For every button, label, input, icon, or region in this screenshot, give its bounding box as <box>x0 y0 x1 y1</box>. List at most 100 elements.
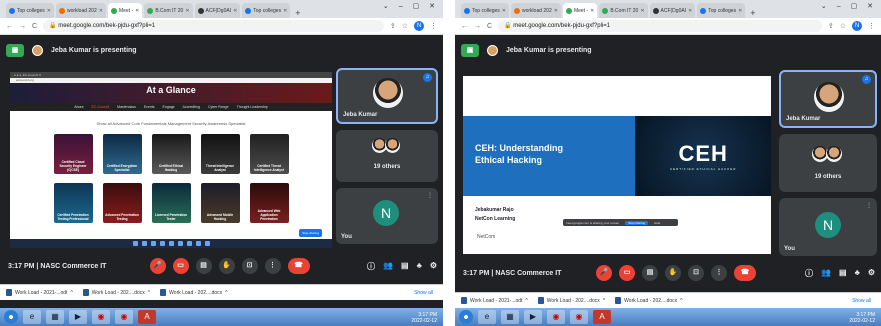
taskbar-chrome-icon[interactable]: ◉ <box>547 310 565 324</box>
address-bar: ← → C 🔒 meet.google.com/bek-pjdu-gxf?pli… <box>455 18 881 35</box>
mic-off-button[interactable]: 🎤 <box>149 258 166 274</box>
activities-icon[interactable]: ♣ <box>855 268 860 279</box>
people-icon[interactable]: 👥 <box>383 261 393 272</box>
info-icon[interactable]: ⓘ <box>805 268 813 279</box>
taskbar-pdf-icon[interactable]: A <box>593 310 611 324</box>
tab[interactable]: Top colleges ✕ <box>697 3 746 18</box>
profile-avatar[interactable]: N <box>414 21 424 31</box>
course-card: Advanced Mobile Hacking <box>200 183 240 223</box>
camera-off-button[interactable]: ▭ <box>172 258 189 274</box>
hide-button[interactable]: Hide <box>654 221 660 225</box>
tab-meet[interactable]: Meet - ✕ <box>562 3 598 18</box>
download-item[interactable]: Work Load - 202....docx ^ <box>82 289 150 296</box>
meet-window-left: Top colleges ✕ workload 202 ✕ Meet - ✕ B.C… <box>0 0 443 326</box>
download-item[interactable]: Work Load - 202....docx ^ <box>615 297 683 304</box>
reload-icon[interactable]: C <box>32 23 37 30</box>
tile-jeba[interactable]: ♫ Jeba Kumar <box>336 68 438 124</box>
show-all-link[interactable]: Show all <box>852 298 871 304</box>
url-field[interactable]: 🔒 meet.google.com/bek-pjdu-gxf?pli=1 <box>43 20 384 32</box>
mic-off-button[interactable]: 🎤 <box>596 265 612 281</box>
reload-icon[interactable]: C <box>487 23 492 30</box>
forward-icon[interactable]: → <box>19 23 26 30</box>
download-item[interactable]: Work Load - 2021-...odt ^ <box>6 289 73 296</box>
taskbar-ie-icon[interactable]: e <box>23 310 41 324</box>
raise-hand-button[interactable]: ✋ <box>665 265 681 281</box>
tab[interactable]: workload 202 ✕ <box>56 3 106 18</box>
camera-off-button[interactable]: ▭ <box>619 265 635 281</box>
star-icon[interactable]: ☆ <box>840 22 846 30</box>
tab-strip: Top colleges ✕ workload 202 ✕ Meet - ✕ B.C… <box>455 0 881 18</box>
tile-jeba[interactable]: ♫ Jeba Kumar <box>779 70 877 128</box>
profile-avatar[interactable]: N <box>852 21 862 31</box>
back-icon[interactable]: ← <box>6 23 13 30</box>
back-icon[interactable]: ← <box>461 23 468 30</box>
taskbar-folder-icon[interactable]: ▦ <box>501 310 519 324</box>
menu-icon[interactable]: ⋮ <box>430 22 437 30</box>
tile-others[interactable]: 19 others <box>779 134 877 192</box>
leave-call-button[interactable]: ☎ <box>287 258 310 274</box>
pin-icon[interactable]: ⋮ <box>427 192 433 199</box>
start-button[interactable] <box>4 310 18 324</box>
windows-taskbar: e ▦ ▶ ◉ ◉ A 3:17 PM 2022-02-12 <box>0 308 443 326</box>
taskbar-media-icon[interactable]: ▶ <box>524 310 542 324</box>
captions-button[interactable]: ▤ <box>195 258 212 274</box>
captions-button[interactable]: ▤ <box>642 265 658 281</box>
taskbar-pdf-icon[interactable]: A <box>138 310 156 324</box>
course-card: Certified Ethical Hacking <box>151 134 191 174</box>
more-options-button[interactable]: ⋮ <box>264 258 281 274</box>
pin-icon[interactable]: ⋮ <box>866 202 872 209</box>
new-tab-button[interactable]: + <box>750 8 755 18</box>
meeting-controls: 3:17 PM | NASC Commerce IT 🎤 ▭ ▤ ✋ ⊡ ⋮ ☎… <box>0 255 443 277</box>
tile-you[interactable]: ⋮ N You <box>336 188 438 244</box>
tile-you[interactable]: ⋮ N You <box>779 198 877 256</box>
share-icon[interactable]: ⇪ <box>390 22 396 30</box>
tile-others[interactable]: 19 others <box>336 130 438 182</box>
tab[interactable]: Top colleges ✕ <box>461 3 509 18</box>
start-button[interactable] <box>459 310 473 324</box>
download-item[interactable]: Work Load - 202....docx ^ <box>537 297 605 304</box>
taskbar-ie-icon[interactable]: e <box>478 310 496 324</box>
taskbar-media-icon[interactable]: ▶ <box>69 310 87 324</box>
forward-icon[interactable]: → <box>474 23 481 30</box>
tab[interactable]: ACF(Dg0AI ✕ <box>649 3 696 18</box>
tab[interactable]: Top colleges ✕ <box>242 3 291 18</box>
tab[interactable]: ACF(Dg0AI ✕ <box>194 3 241 18</box>
raise-hand-button[interactable]: ✋ <box>218 258 235 274</box>
stop-sharing-popup[interactable]: Stop sharing <box>299 229 322 237</box>
presenting-banner: ▣ Jeba Kumar is presenting <box>461 40 875 60</box>
present-button[interactable]: ⊡ <box>241 258 258 274</box>
people-icon[interactable]: 👥 <box>821 268 831 279</box>
new-tab-button[interactable]: + <box>295 8 300 18</box>
taskbar-folder-icon[interactable]: ▦ <box>46 310 64 324</box>
chat-icon[interactable]: ▤ <box>839 268 847 279</box>
show-all-link[interactable]: Show all <box>414 290 433 296</box>
download-item[interactable]: Work Load - 202....docx ^ <box>160 289 228 296</box>
taskbar-chrome-icon[interactable]: ◉ <box>570 310 588 324</box>
menu-icon[interactable]: ⋮ <box>868 22 875 30</box>
taskbar-chrome-icon[interactable]: ◉ <box>115 310 133 324</box>
host-controls-icon[interactable]: ⚙ <box>868 268 875 279</box>
info-icon[interactable]: ⓘ <box>367 261 375 272</box>
tab[interactable]: workload 202 ✕ <box>511 3 561 18</box>
tab-meet[interactable]: Meet - ✕ <box>107 3 143 18</box>
host-controls-icon[interactable]: ⚙ <box>430 261 437 272</box>
star-icon[interactable]: ☆ <box>402 22 408 30</box>
tab[interactable]: B.Com IT 20 ✕ <box>599 3 648 18</box>
chat-icon[interactable]: ▤ <box>401 261 409 272</box>
taskbar-chrome-icon[interactable]: ◉ <box>92 310 110 324</box>
activities-icon[interactable]: ♣ <box>417 261 422 272</box>
present-button[interactable]: ⊡ <box>688 265 704 281</box>
leave-call-button[interactable]: ☎ <box>734 265 756 281</box>
meeting-time: 3:17 PM <box>8 262 35 270</box>
stop-sharing-button[interactable]: Stop sharing <box>625 220 649 225</box>
tab[interactable]: B.Com IT 20 ✕ <box>144 3 193 18</box>
more-options-button[interactable]: ⋮ <box>711 265 727 281</box>
share-icon[interactable]: ⇪ <box>828 22 834 30</box>
you-avatar: N <box>373 200 399 226</box>
course-filters: Show all Advanced Core Fundamentals Mana… <box>96 121 246 126</box>
tab[interactable]: Top colleges ✕ <box>6 3 54 18</box>
url-field[interactable]: 🔒 meet.google.com/bek-pjdu-gxf?pli=1 <box>498 20 822 32</box>
download-item[interactable]: Work Load - 2021-...odt ^ <box>461 297 528 304</box>
window-controls[interactable]: ⌄ – ▢ ✕ <box>821 2 877 10</box>
window-controls[interactable]: ⌄ – ▢ ✕ <box>383 2 439 10</box>
